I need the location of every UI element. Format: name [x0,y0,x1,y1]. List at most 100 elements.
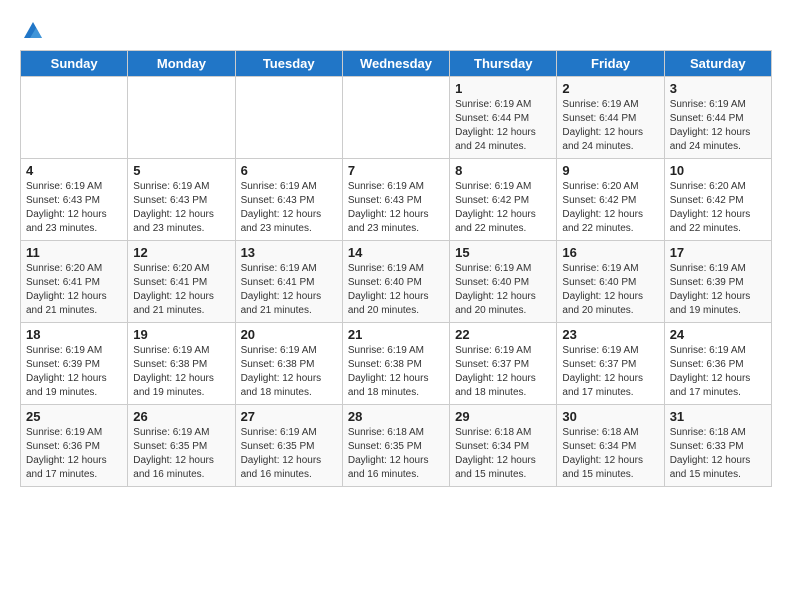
calendar-cell: 22 Sunrise: 6:19 AMSunset: 6:37 PMDayligh… [450,323,557,405]
calendar-week-row: 25Sunrise: 6:19 AMSunset: 6:36 PMDayligh… [21,405,772,487]
day-number: 29 [455,409,551,424]
day-number: 6 [241,163,337,178]
calendar-cell: 15Sunrise: 6:19 AMSunset: 6:40 PMDayligh… [450,241,557,323]
day-number: 21 [348,327,444,342]
calendar-cell: 18 Sunrise: 6:19 AMSunset: 6:39 PMDayligh… [21,323,128,405]
calendar-cell [342,77,449,159]
day-info: Sunrise: 6:19 AMSunset: 6:40 PMDaylight:… [562,262,658,318]
day-number: 23 [562,327,658,342]
day-number: 31 [670,409,766,424]
day-info: Sunrise: 6:19 AMSunset: 6:41 PMDaylight:… [241,262,337,318]
day-info: Sunrise: 6:19 AMSunset: 6:43 PMDaylight:… [133,180,229,236]
calendar-cell: 13 Sunrise: 6:19 AMSunset: 6:41 PMDayligh… [235,241,342,323]
calendar-cell: 26 Sunrise: 6:19 AMSunset: 6:35 PMDayligh… [128,405,235,487]
day-number: 13 [241,245,337,260]
weekday-header-row: SundayMondayTuesdayWednesdayThursdayFrid… [21,51,772,77]
calendar-cell: 4 Sunrise: 6:19 AMSunset: 6:43 PMDaylight… [21,159,128,241]
weekday-header: Tuesday [235,51,342,77]
day-info: Sunrise: 6:19 AMSunset: 6:38 PMDaylight:… [241,344,337,400]
calendar-cell: 21 Sunrise: 6:19 AMSunset: 6:38 PMDayligh… [342,323,449,405]
weekday-header: Sunday [21,51,128,77]
calendar-cell: 8 Sunrise: 6:19 AMSunset: 6:42 PMDaylight… [450,159,557,241]
calendar-week-row: 4 Sunrise: 6:19 AMSunset: 6:43 PMDaylight… [21,159,772,241]
day-number: 4 [26,163,122,178]
day-info: Sunrise: 6:20 AMSunset: 6:42 PMDaylight:… [670,180,766,236]
day-number: 12 [133,245,229,260]
calendar-cell: 27 Sunrise: 6:19 AMSunset: 6:35 PMDayligh… [235,405,342,487]
day-info: Sunrise: 6:19 AMSunset: 6:43 PMDaylight:… [348,180,444,236]
day-info: Sunrise: 6:19 AMSunset: 6:43 PMDaylight:… [241,180,337,236]
day-info: Sunrise: 6:19 AMSunset: 6:40 PMDaylight:… [455,262,551,318]
calendar-cell: 28Sunrise: 6:18 AMSunset: 6:35 PMDayligh… [342,405,449,487]
calendar-cell: 31 Sunrise: 6:18 AMSunset: 6:33 PMDayligh… [664,405,771,487]
calendar-cell: 19 Sunrise: 6:19 AMSunset: 6:38 PMDayligh… [128,323,235,405]
day-info: Sunrise: 6:19 AMSunset: 6:40 PMDaylight:… [348,262,444,318]
day-info: Sunrise: 6:19 AMSunset: 6:44 PMDaylight:… [455,98,551,154]
weekday-header: Friday [557,51,664,77]
logo [20,20,44,42]
day-number: 25 [26,409,122,424]
calendar-week-row: 1 Sunrise: 6:19 AMSunset: 6:44 PMDaylight… [21,77,772,159]
day-number: 5 [133,163,229,178]
day-info: Sunrise: 6:19 AMSunset: 6:39 PMDaylight:… [26,344,122,400]
header [20,16,772,42]
calendar-week-row: 11 Sunrise: 6:20 AMSunset: 6:41 PMDayligh… [21,241,772,323]
day-number: 11 [26,245,122,260]
day-number: 20 [241,327,337,342]
weekday-header: Thursday [450,51,557,77]
day-info: Sunrise: 6:19 AMSunset: 6:39 PMDaylight:… [670,262,766,318]
day-number: 16 [562,245,658,260]
day-info: Sunrise: 6:19 AMSunset: 6:42 PMDaylight:… [455,180,551,236]
calendar-cell: 1 Sunrise: 6:19 AMSunset: 6:44 PMDaylight… [450,77,557,159]
calendar-cell: 9Sunrise: 6:20 AMSunset: 6:42 PMDaylight… [557,159,664,241]
day-number: 1 [455,81,551,96]
calendar-cell: 30 Sunrise: 6:18 AMSunset: 6:34 PMDayligh… [557,405,664,487]
page: SundayMondayTuesdayWednesdayThursdayFrid… [0,0,792,497]
calendar-cell: 5 Sunrise: 6:19 AMSunset: 6:43 PMDaylight… [128,159,235,241]
calendar-cell: 14 Sunrise: 6:19 AMSunset: 6:40 PMDayligh… [342,241,449,323]
day-number: 19 [133,327,229,342]
calendar-cell: 2Sunrise: 6:19 AMSunset: 6:44 PMDaylight… [557,77,664,159]
calendar-cell: 6 Sunrise: 6:19 AMSunset: 6:43 PMDaylight… [235,159,342,241]
day-number: 3 [670,81,766,96]
weekday-header: Saturday [664,51,771,77]
day-number: 26 [133,409,229,424]
day-info: Sunrise: 6:19 AMSunset: 6:38 PMDaylight:… [133,344,229,400]
day-info: Sunrise: 6:19 AMSunset: 6:37 PMDaylight:… [562,344,658,400]
day-info: Sunrise: 6:19 AMSunset: 6:43 PMDaylight:… [26,180,122,236]
calendar-cell: 17 Sunrise: 6:19 AMSunset: 6:39 PMDayligh… [664,241,771,323]
calendar-cell: 12 Sunrise: 6:20 AMSunset: 6:41 PMDayligh… [128,241,235,323]
calendar-cell: 23 Sunrise: 6:19 AMSunset: 6:37 PMDayligh… [557,323,664,405]
day-info: Sunrise: 6:20 AMSunset: 6:41 PMDaylight:… [133,262,229,318]
calendar-cell [21,77,128,159]
day-number: 22 [455,327,551,342]
logo-icon [22,20,44,42]
calendar-cell: 16 Sunrise: 6:19 AMSunset: 6:40 PMDayligh… [557,241,664,323]
day-info: Sunrise: 6:18 AMSunset: 6:33 PMDaylight:… [670,426,766,482]
calendar-cell: 10Sunrise: 6:20 AMSunset: 6:42 PMDayligh… [664,159,771,241]
calendar-cell: 7Sunrise: 6:19 AMSunset: 6:43 PMDaylight… [342,159,449,241]
day-info: Sunrise: 6:18 AMSunset: 6:34 PMDaylight:… [562,426,658,482]
day-number: 14 [348,245,444,260]
day-number: 8 [455,163,551,178]
weekday-header: Monday [128,51,235,77]
day-info: Sunrise: 6:19 AMSunset: 6:37 PMDaylight:… [455,344,551,400]
day-number: 27 [241,409,337,424]
day-info: Sunrise: 6:19 AMSunset: 6:36 PMDaylight:… [670,344,766,400]
calendar-cell: 11Sunrise: 6:20 AMSunset: 6:41 PMDayligh… [21,241,128,323]
day-info: Sunrise: 6:19 AMSunset: 6:35 PMDaylight:… [241,426,337,482]
day-info: Sunrise: 6:20 AMSunset: 6:42 PMDaylight:… [562,180,658,236]
calendar-cell: 25Sunrise: 6:19 AMSunset: 6:36 PMDayligh… [21,405,128,487]
day-info: Sunrise: 6:19 AMSunset: 6:35 PMDaylight:… [133,426,229,482]
day-info: Sunrise: 6:19 AMSunset: 6:38 PMDaylight:… [348,344,444,400]
day-number: 30 [562,409,658,424]
calendar-cell [128,77,235,159]
day-number: 17 [670,245,766,260]
calendar-week-row: 18 Sunrise: 6:19 AMSunset: 6:39 PMDayligh… [21,323,772,405]
calendar-cell: 29 Sunrise: 6:18 AMSunset: 6:34 PMDayligh… [450,405,557,487]
day-number: 18 [26,327,122,342]
day-info: Sunrise: 6:18 AMSunset: 6:34 PMDaylight:… [455,426,551,482]
day-number: 2 [562,81,658,96]
weekday-header: Wednesday [342,51,449,77]
day-number: 24 [670,327,766,342]
